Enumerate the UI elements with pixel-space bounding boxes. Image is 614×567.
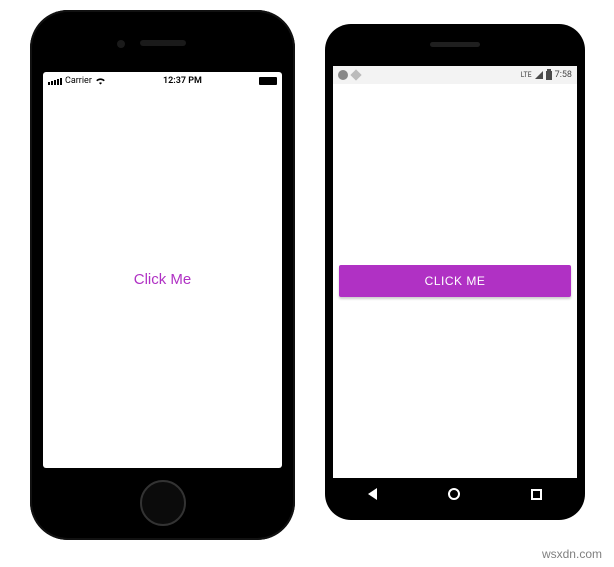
watermark-text: wsxdn.com (542, 547, 602, 561)
wifi-icon (95, 77, 106, 85)
ios-status-bar: Carrier 12:37 PM (43, 72, 282, 90)
android-earpiece (430, 42, 480, 47)
android-app-content: CLICK ME (333, 84, 577, 478)
android-screen: LTE 7:58 CLICK ME (333, 66, 577, 510)
click-me-button[interactable]: CLICK ME (339, 265, 571, 297)
nav-home-icon[interactable] (448, 488, 460, 500)
notification-diamond-icon (350, 69, 361, 80)
battery-icon (546, 71, 552, 80)
notification-circle-icon (338, 70, 348, 80)
iphone-camera-dot (117, 40, 125, 48)
status-time: 12:37 PM (163, 76, 202, 86)
status-time: 7:58 (555, 70, 572, 80)
click-me-button[interactable]: Click Me (134, 271, 192, 288)
signal-triangle-icon (535, 71, 543, 79)
iphone-screen: Carrier 12:37 PM Click Me (43, 72, 282, 468)
nav-recent-icon[interactable] (531, 489, 542, 500)
battery-icon (259, 77, 277, 85)
android-device-frame: LTE 7:58 CLICK ME (325, 24, 585, 520)
signal-bars-icon (48, 78, 62, 85)
android-nav-bar (333, 478, 577, 510)
carrier-label: Carrier (65, 76, 92, 86)
iphone-earpiece (140, 40, 186, 46)
nav-back-icon[interactable] (368, 488, 377, 500)
network-label: LTE (521, 71, 532, 79)
android-status-bar: LTE 7:58 (333, 66, 577, 84)
iphone-device-frame: Carrier 12:37 PM Click Me (30, 10, 295, 540)
ios-app-content: Click Me (43, 90, 282, 468)
iphone-home-button[interactable] (140, 480, 186, 526)
